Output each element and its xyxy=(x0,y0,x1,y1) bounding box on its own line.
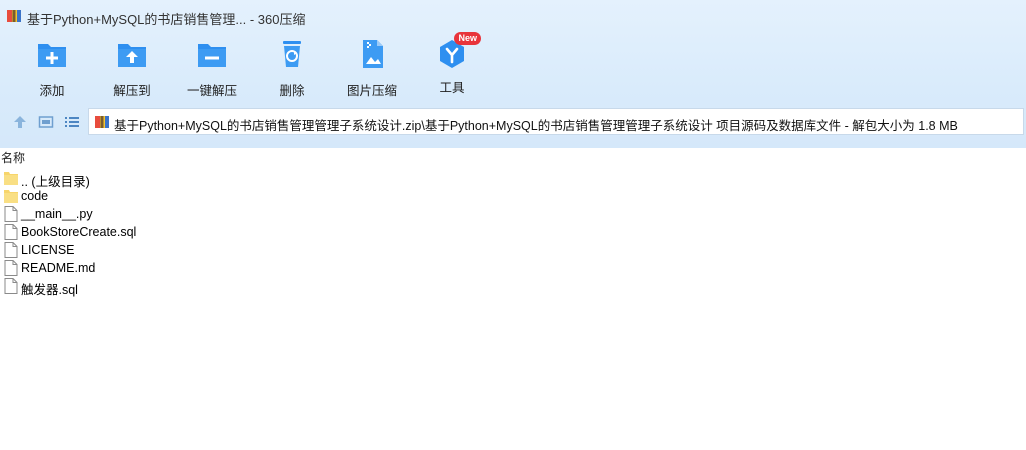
archive-icon xyxy=(95,116,109,128)
list-item[interactable]: code xyxy=(0,187,1026,205)
file-name: BookStoreCreate.sql xyxy=(21,225,137,239)
delete-icon xyxy=(283,41,301,67)
file-name: README.md xyxy=(21,261,96,275)
folder-icon xyxy=(4,172,18,185)
file-icon xyxy=(4,278,18,294)
image-compress-label: 图片压缩 xyxy=(346,84,397,98)
file-name: code xyxy=(21,189,49,203)
toolbar: 添加 解压到 一键解压 删除 图片压缩 New 工具 xyxy=(0,32,1026,99)
extract-to-label: 解压到 xyxy=(113,84,151,98)
file-icon xyxy=(4,260,18,276)
file-icon xyxy=(4,206,18,222)
add-icon xyxy=(38,44,66,67)
list-item[interactable]: BookStoreCreate.sql xyxy=(0,223,1026,241)
image-compress-icon xyxy=(363,40,383,68)
list-item[interactable]: LICENSE xyxy=(0,241,1026,259)
image-compress-button[interactable]: 图片压缩 xyxy=(336,38,408,99)
file-icon xyxy=(4,242,18,258)
window-title: 基于Python+MySQL的书店销售管理... - 360压缩 xyxy=(27,12,306,27)
delete-button[interactable]: 删除 xyxy=(256,38,328,99)
list-item[interactable]: 触发器.sql xyxy=(0,277,1026,297)
column-header-name[interactable]: 名称 xyxy=(0,148,1026,166)
file-list: .. (上级目录) code __main__.py BookStoreCrea… xyxy=(0,169,1026,297)
folder-icon xyxy=(4,190,18,203)
navigation-row: 基于Python+MySQL的书店销售管理管理子系统设计.zip\基于Pytho… xyxy=(0,107,1026,137)
up-arrow-icon[interactable] xyxy=(12,114,28,130)
extract-to-button[interactable]: 解压到 xyxy=(96,38,168,99)
add-button[interactable]: 添加 xyxy=(16,38,88,99)
column-name-label: 名称 xyxy=(1,151,26,165)
address-bar[interactable]: 基于Python+MySQL的书店销售管理管理子系统设计.zip\基于Pytho… xyxy=(88,108,1024,135)
new-badge: New xyxy=(454,32,481,45)
top-panel: 基于Python+MySQL的书店销售管理... - 360压缩 添加 解压到 xyxy=(0,0,1026,148)
extract-to-icon xyxy=(118,44,146,67)
title-bar: 基于Python+MySQL的书店销售管理... - 360压缩 xyxy=(0,0,1026,34)
list-item[interactable]: .. (上级目录) xyxy=(0,169,1026,189)
one-click-extract-icon xyxy=(198,44,226,67)
file-name: __main__.py xyxy=(21,207,93,221)
add-label: 添加 xyxy=(39,84,65,98)
list-view-icon[interactable] xyxy=(64,114,80,130)
delete-label: 删除 xyxy=(279,84,305,98)
address-path: 基于Python+MySQL的书店销售管理管理子系统设计.zip\基于Pytho… xyxy=(114,119,958,133)
list-item[interactable]: README.md xyxy=(0,259,1026,277)
list-item[interactable]: __main__.py xyxy=(0,205,1026,223)
file-name: 触发器.sql xyxy=(21,283,78,297)
thumbnail-view-icon[interactable] xyxy=(38,114,54,130)
tools-button[interactable]: New 工具 xyxy=(416,32,488,96)
tools-label: 工具 xyxy=(439,81,465,95)
file-icon xyxy=(4,224,18,240)
one-click-extract-button[interactable]: 一键解压 xyxy=(176,38,248,99)
one-click-extract-label: 一键解压 xyxy=(186,84,237,98)
archive-app-icon xyxy=(7,10,21,22)
file-name: LICENSE xyxy=(21,243,75,257)
